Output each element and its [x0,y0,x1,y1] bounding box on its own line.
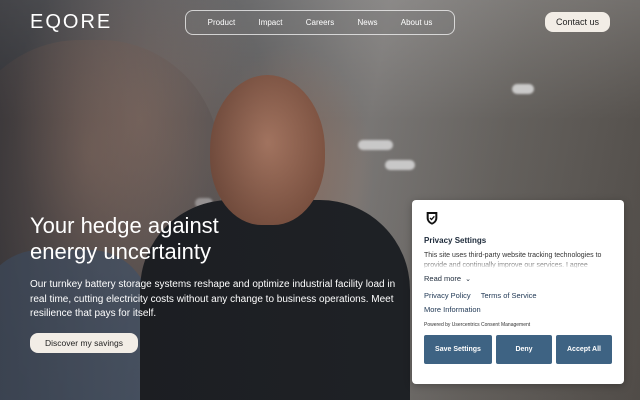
deny-button[interactable]: Deny [496,335,552,364]
chevron-down-icon: ⌄ [465,275,471,283]
terms-of-service-link[interactable]: Terms of Service [481,291,537,300]
main-nav: Product Impact Careers News About us [185,10,455,35]
privacy-links: Privacy Policy Terms of Service [424,291,612,300]
nav-item-careers[interactable]: Careers [306,18,334,27]
privacy-settings-panel: Privacy Settings This site uses third-pa… [412,200,624,384]
read-more-toggle[interactable]: Read more ⌄ [424,274,612,283]
privacy-description: This site uses third-party website track… [424,252,602,268]
brand-logo[interactable]: EQORE [30,11,112,34]
powered-by-text: Powered by Usercentrics Consent Manageme… [424,322,531,328]
privacy-title: Privacy Settings [424,236,487,245]
nav-item-news[interactable]: News [357,18,377,27]
nav-item-product[interactable]: Product [208,18,236,27]
contact-us-button[interactable]: Contact us [545,12,610,32]
nav-item-impact[interactable]: Impact [258,18,282,27]
hero-title-line-2: energy uncertainty [30,239,211,264]
more-information-link[interactable]: More Information [424,305,612,314]
read-more-label: Read more [424,274,462,283]
hero-description: Our turnkey battery storage systems resh… [30,279,396,319]
hero-title: Your hedge against energy uncertainty [30,213,350,265]
shield-check-icon [426,212,438,225]
save-settings-button[interactable]: Save Settings [424,335,492,364]
discover-savings-button[interactable]: Discover my savings [30,333,138,353]
accept-all-button[interactable]: Accept All [556,335,612,364]
hero-title-line-1: Your hedge against [30,213,219,238]
nav-item-about-us[interactable]: About us [401,18,433,27]
consent-button-row: Save Settings Deny Accept All [424,335,612,364]
privacy-policy-link[interactable]: Privacy Policy [424,291,471,300]
